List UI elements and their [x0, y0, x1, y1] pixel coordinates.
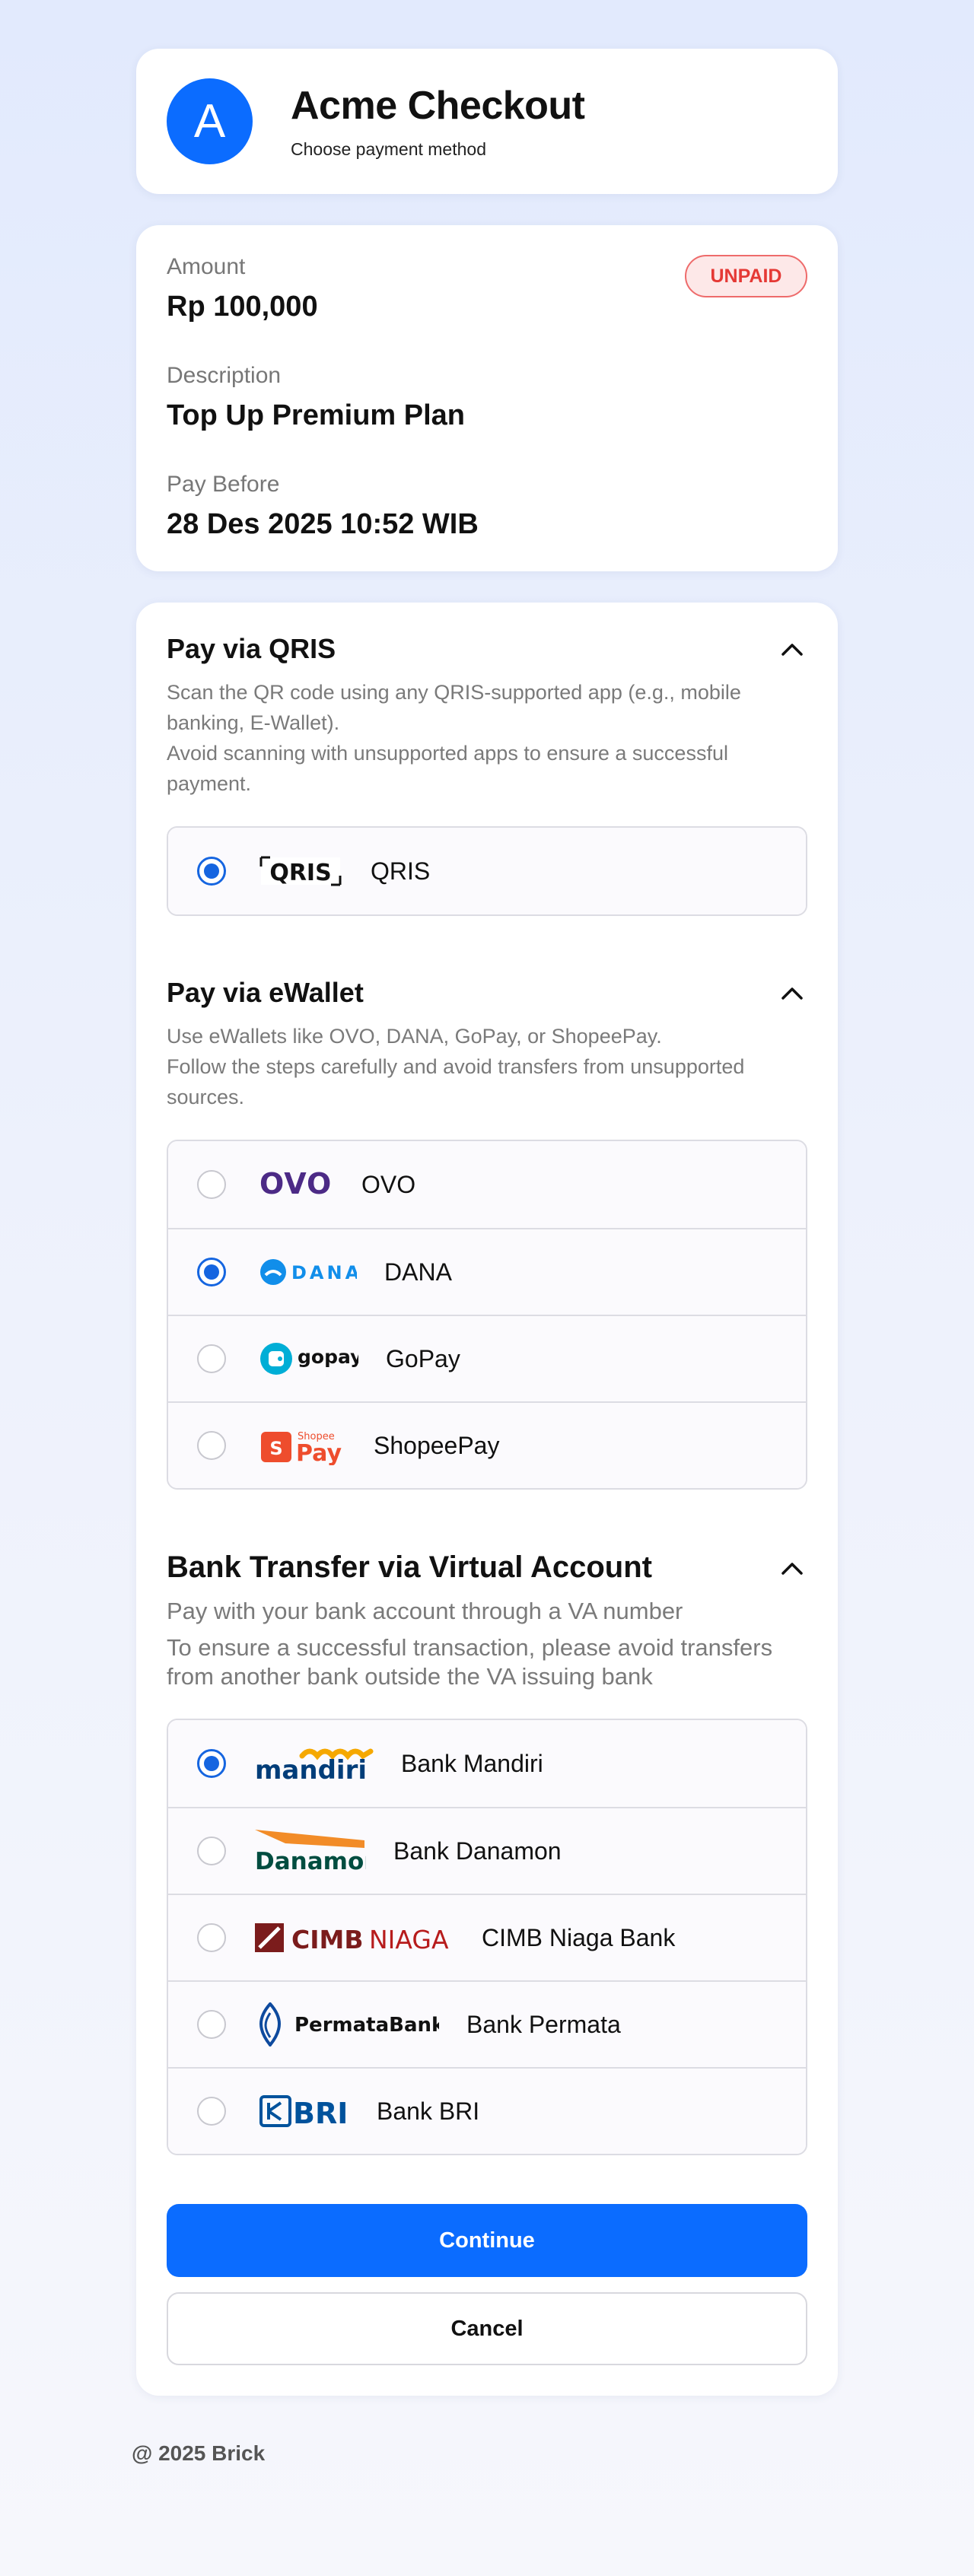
permata-logo-icon: PermataBank [255, 2002, 439, 2046]
payment-option-bri[interactable]: BRI Bank BRI [168, 2067, 806, 2154]
qris-section: Pay via QRIS Scan the QR code using any … [167, 633, 807, 916]
status-badge: UNPAID [685, 255, 807, 297]
radio-selected[interactable] [197, 1258, 226, 1286]
option-label: DANA [384, 1258, 452, 1286]
option-label: Bank BRI [377, 2097, 480, 2125]
qris-desc-line-1: Scan the QR code using any QRIS-supporte… [167, 681, 741, 734]
shopeepay-logo-icon: S Shopee Pay [259, 1426, 346, 1465]
page-subtitle: Choose payment method [291, 139, 486, 159]
continue-button[interactable]: Continue [167, 2204, 807, 2277]
qris-description: Scan the QR code using any QRIS-supporte… [167, 677, 807, 799]
svg-text:PermataBank: PermataBank [294, 2014, 439, 2037]
checkout-header: A Acme Checkout Choose payment method [136, 49, 838, 194]
bank-section-header[interactable]: Bank Transfer via Virtual Account [167, 1550, 807, 1585]
ewallet-desc-line-2: Follow the steps carefully and avoid tra… [167, 1055, 745, 1108]
payment-option-danamon[interactable]: Danamon Bank Danamon [168, 1807, 806, 1894]
option-label: Bank Mandiri [401, 1749, 543, 1777]
bank-options: mandiri Bank Mandiri Danamon Bank Danamo… [167, 1719, 807, 2155]
option-label: QRIS [371, 857, 431, 885]
option-label: Bank Danamon [393, 1837, 562, 1865]
radio-unselected[interactable] [197, 1344, 226, 1373]
svg-text:NIAGA: NIAGA [369, 1925, 449, 1954]
ewallet-section-title: Pay via eWallet [167, 977, 364, 1008]
cimb-niaga-logo-icon: CIMB NIAGA [255, 1922, 454, 1954]
gopay-logo-icon: gopay [259, 1340, 358, 1377]
radio-selected[interactable] [197, 857, 226, 886]
chevron-up-icon[interactable] [777, 1553, 807, 1583]
ewallet-desc-line-1: Use eWallets like OVO, DANA, GoPay, or S… [167, 1025, 662, 1048]
radio-unselected[interactable] [197, 1431, 226, 1460]
order-summary: UNPAID Amount Rp 100,000 Description Top… [136, 225, 838, 571]
radio-unselected[interactable] [197, 1923, 226, 1952]
ewallet-description: Use eWallets like OVO, DANA, GoPay, or S… [167, 1021, 807, 1112]
svg-text:Danamon: Danamon [255, 1848, 366, 1874]
qris-section-title: Pay via QRIS [167, 633, 336, 664]
mandiri-logo-icon: mandiri [255, 1744, 374, 1783]
bank-desc-line-1: Pay with your bank account through a VA … [167, 1598, 683, 1624]
payment-option-gopay[interactable]: gopay GoPay [168, 1315, 806, 1401]
ewallet-section: Pay via eWallet Use eWallets like OVO, D… [167, 977, 807, 1490]
page-title: Acme Checkout [291, 84, 585, 128]
pay-before-field: Pay Before 28 Des 2025 10:52 WIB [167, 472, 807, 541]
option-label: OVO [361, 1170, 416, 1198]
svg-text:QRIS: QRIS [269, 860, 331, 886]
ewallet-section-header[interactable]: Pay via eWallet [167, 977, 807, 1009]
description-field: Description Top Up Premium Plan [167, 363, 807, 432]
chevron-up-icon[interactable] [777, 634, 807, 664]
svg-text:CIMB: CIMB [291, 1925, 364, 1954]
chevron-up-icon[interactable] [777, 978, 807, 1008]
payment-methods: Pay via QRIS Scan the QR code using any … [136, 603, 838, 2396]
cancel-button[interactable]: Cancel [167, 2292, 807, 2365]
option-label: CIMB Niaga Bank [482, 1923, 676, 1951]
bank-section-title: Bank Transfer via Virtual Account [167, 1550, 652, 1584]
bank-transfer-section: Bank Transfer via Virtual Account Pay wi… [167, 1550, 807, 2155]
pay-before-value: 28 Des 2025 10:52 WIB [167, 508, 479, 540]
svg-text:mandiri: mandiri [255, 1755, 367, 1783]
checkout-page: A Acme Checkout Choose payment method UN… [132, 0, 838, 2466]
merchant-avatar: A [167, 78, 253, 164]
qris-logo-icon: QRIS [259, 854, 343, 888]
radio-unselected[interactable] [197, 2097, 226, 2126]
svg-text:OVO: OVO [259, 1169, 332, 1200]
svg-text:BRI: BRI [293, 2097, 348, 2129]
description-value: Top Up Premium Plan [167, 399, 466, 431]
payment-option-ovo[interactable]: OVO OVO [168, 1141, 806, 1228]
payment-option-qris[interactable]: QRIS QRIS [168, 828, 806, 914]
bank-desc-line-2: To ensure a successful transaction, plea… [167, 1634, 773, 1690]
radio-unselected[interactable] [197, 2010, 226, 2039]
payment-option-dana[interactable]: DANA DANA [168, 1228, 806, 1315]
radio-unselected[interactable] [197, 1170, 226, 1199]
svg-text:Pay: Pay [296, 1440, 342, 1465]
radio-selected[interactable] [197, 1749, 226, 1778]
description-label: Description [167, 363, 282, 388]
qris-options: QRIS QRIS [167, 826, 807, 916]
payment-option-permata[interactable]: PermataBank Bank Permata [168, 1980, 806, 2067]
ewallet-options: OVO OVO DANA DANA gopay GoPay S Shopee P… [167, 1140, 807, 1490]
option-label: GoPay [386, 1344, 460, 1372]
pay-before-label: Pay Before [167, 472, 280, 497]
header-text: Acme Checkout Choose payment method [291, 83, 585, 160]
footer-copyright: @ 2025 Brick [132, 2441, 266, 2465]
svg-text:gopay: gopay [298, 1346, 358, 1368]
dana-logo-icon: DANA [259, 1257, 357, 1287]
qris-desc-line-2: Avoid scanning with unsupported apps to … [167, 742, 728, 795]
payment-option-cimb-niaga[interactable]: CIMB NIAGA CIMB Niaga Bank [168, 1894, 806, 1980]
qris-section-header[interactable]: Pay via QRIS [167, 633, 807, 665]
svg-text:S: S [269, 1438, 282, 1459]
option-label: Bank Permata [466, 2010, 621, 2038]
radio-unselected[interactable] [197, 1837, 226, 1865]
payment-option-shopeepay[interactable]: S Shopee Pay ShopeePay [168, 1401, 806, 1488]
bri-logo-icon: BRI [259, 2094, 349, 2129]
option-label: ShopeePay [374, 1431, 500, 1459]
ovo-logo-icon: OVO [259, 1169, 334, 1200]
bank-description: Pay with your bank account through a VA … [167, 1597, 807, 1691]
payment-option-mandiri[interactable]: mandiri Bank Mandiri [168, 1720, 806, 1807]
svg-text:DANA: DANA [291, 1262, 357, 1283]
danamon-logo-icon: Danamon [255, 1828, 366, 1874]
